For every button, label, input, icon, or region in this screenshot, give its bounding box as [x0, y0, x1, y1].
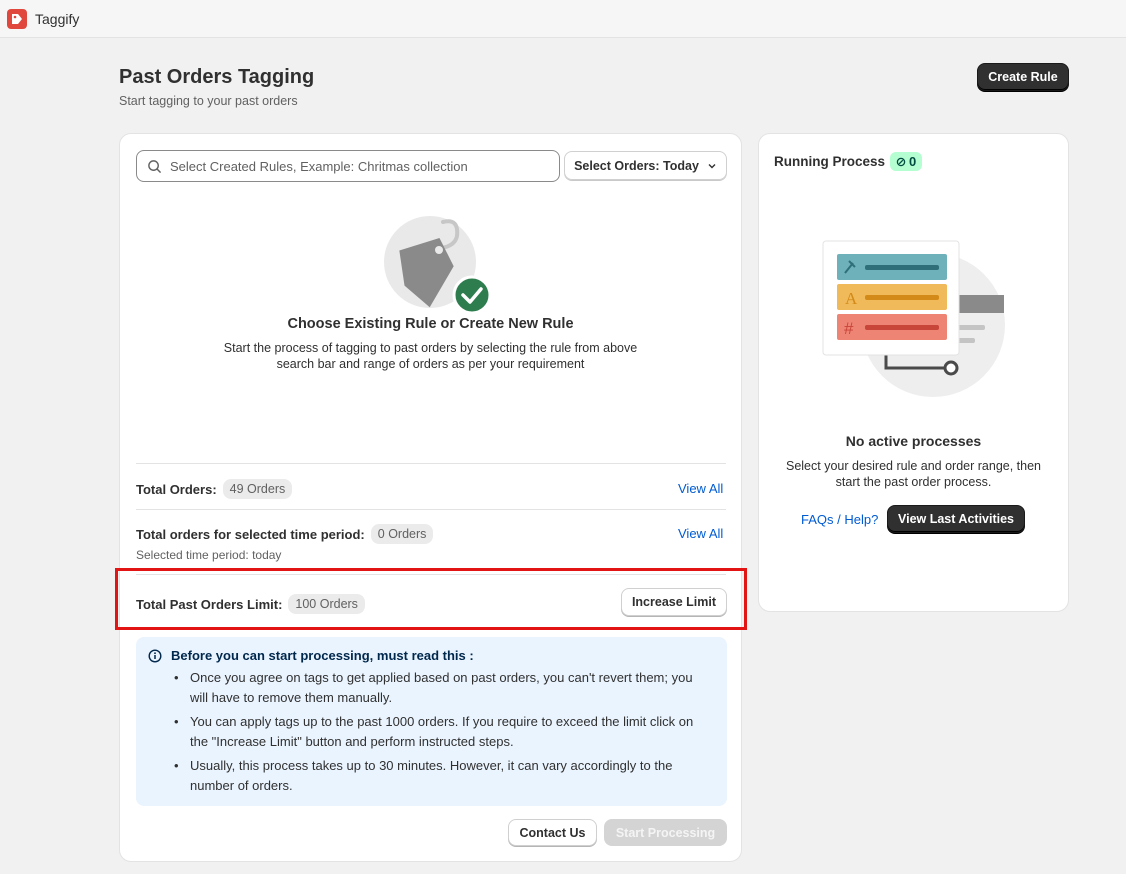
page-title: Past Orders Tagging	[119, 66, 315, 88]
faq-help-link[interactable]: FAQs / Help?	[801, 512, 878, 527]
total-orders-label: Total Orders:	[136, 481, 217, 497]
view-all-orders-link[interactable]: View All	[678, 481, 723, 496]
sync-icon	[896, 157, 906, 166]
processes-illustration: A #	[821, 240, 1007, 398]
info-item: Usually, this process takes up to 30 min…	[170, 756, 710, 796]
running-process-header: Running Process 0	[774, 152, 923, 171]
total-orders-badge: 49 Orders	[222, 479, 293, 499]
limit-highlight-box	[115, 568, 747, 630]
view-last-activities-button[interactable]: View Last Activities	[887, 505, 1025, 533]
divider	[136, 509, 726, 510]
taggify-logo-icon	[7, 8, 27, 29]
svg-text:A: A	[845, 289, 858, 308]
selected-period-badge: 0 Orders	[370, 524, 434, 544]
total-orders-row: Total Orders: 49 Orders	[136, 479, 293, 499]
divider	[136, 463, 726, 464]
empty-state-title: Choose Existing Rule or Create New Rule	[287, 316, 574, 332]
page-subtitle: Start tagging to your past orders	[119, 94, 298, 108]
tagging-card: Select Orders: Today Choose Existing Rul…	[119, 133, 742, 862]
info-banner: Before you can start processing, must re…	[136, 637, 727, 806]
info-list: Once you agree on tags to get applied ba…	[170, 668, 710, 800]
info-item: You can apply tags up to the past 1000 o…	[170, 712, 710, 752]
info-banner-title: Before you can start processing, must re…	[148, 648, 474, 663]
app-name: Taggify	[35, 10, 80, 27]
running-count-badge: 0	[890, 152, 923, 171]
no-processes-description: Select your desired rule and order range…	[785, 459, 1042, 489]
info-item: Once you agree on tags to get applied ba…	[170, 668, 710, 708]
create-rule-button[interactable]: Create Rule	[977, 63, 1069, 91]
running-process-title: Running Process	[774, 154, 886, 169]
start-processing-button[interactable]: Start Processing	[604, 819, 727, 846]
selected-period-row: Total orders for selected time period: 0…	[136, 524, 434, 544]
svg-text:#: #	[844, 319, 854, 338]
info-icon	[148, 648, 162, 663]
selected-period-note: Selected time period: today	[136, 548, 282, 562]
select-orders-label: Select Orders: Today	[574, 158, 699, 173]
selected-period-label: Total orders for selected time period:	[136, 526, 365, 542]
no-processes-title: No active processes	[845, 433, 982, 449]
rule-search[interactable]	[136, 150, 560, 182]
contact-us-button[interactable]: Contact Us	[508, 819, 597, 846]
tag-check-illustration	[383, 214, 493, 315]
search-input[interactable]	[170, 158, 550, 174]
empty-state-description: Start the process of tagging to past ord…	[223, 341, 638, 371]
chevron-down-icon	[708, 163, 716, 168]
app-topbar: Taggify	[0, 0, 1126, 38]
search-icon	[148, 159, 161, 173]
select-orders-dropdown[interactable]: Select Orders: Today	[564, 151, 727, 180]
running-process-card: Running Process 0 A # No active processe…	[758, 133, 1069, 612]
view-all-selected-link[interactable]: View All	[678, 526, 723, 541]
